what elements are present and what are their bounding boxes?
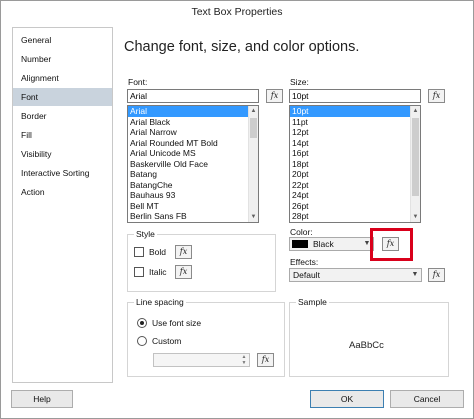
- color-swatch: [292, 240, 308, 248]
- list-item[interactable]: 11pt: [290, 117, 420, 128]
- text-box-properties-dialog: Text Box Properties General Number Align…: [0, 0, 474, 419]
- line-spacing-group: Line spacing Use font size Custom ▲ ▼ fx: [127, 297, 285, 377]
- fx-icon: fx: [179, 247, 188, 256]
- scroll-down-icon[interactable]: ▼: [411, 212, 420, 222]
- scroll-up-icon[interactable]: ▲: [249, 106, 258, 116]
- list-item[interactable]: Arial: [128, 106, 258, 117]
- color-value: Black: [313, 239, 334, 249]
- size-list-items: 10pt 11pt 12pt 14pt 16pt 18pt 20pt 22pt 24pt 26pt…: [290, 106, 420, 222]
- list-item[interactable]: 10pt: [290, 106, 420, 117]
- custom-spacing-spinner[interactable]: ▲ ▼: [153, 353, 250, 367]
- bold-expression-button[interactable]: fx: [175, 245, 192, 259]
- fx-icon: fx: [179, 267, 188, 276]
- sample-preview: AaBbCc: [349, 340, 384, 351]
- size-listbox[interactable]: 10pt 11pt 12pt 14pt 16pt 18pt 20pt 22pt 24pt 26pt…: [289, 105, 421, 223]
- effects-dropdown[interactable]: Default ▼: [289, 268, 422, 282]
- spinner-arrows-icon[interactable]: ▲ ▼: [239, 354, 249, 366]
- nav-item-font[interactable]: Font: [13, 88, 112, 106]
- bold-checkbox[interactable]: [134, 247, 144, 257]
- help-button[interactable]: Help: [11, 390, 73, 408]
- custom-label: Custom: [152, 336, 182, 346]
- cancel-button[interactable]: Cancel: [390, 390, 464, 408]
- font-input[interactable]: Arial: [127, 89, 259, 103]
- font-list-items: Arial Arial Black Arial Narrow Arial Rounde…: [128, 106, 258, 222]
- sample-group: Sample AaBbCc: [289, 297, 449, 377]
- effects-value: Default: [293, 270, 320, 280]
- nav-item-visibility[interactable]: Visibility: [13, 145, 112, 163]
- color-label: Color:: [290, 227, 313, 237]
- list-item[interactable]: 26pt: [290, 201, 420, 212]
- custom-spacing-expression-button[interactable]: fx: [257, 353, 274, 367]
- list-item[interactable]: Bauhaus 93: [128, 190, 258, 201]
- custom-radio[interactable]: [137, 336, 147, 346]
- dialog-title: Text Box Properties: [1, 1, 473, 23]
- list-item[interactable]: Berlin Sans FB: [128, 211, 258, 222]
- list-item[interactable]: Arial Rounded MT Bold: [128, 138, 258, 149]
- list-item[interactable]: 28pt: [290, 211, 420, 222]
- font-list-scrollbar[interactable]: ▲ ▼: [248, 106, 258, 222]
- list-item[interactable]: Baskerville Old Face: [128, 159, 258, 170]
- sample-title: Sample: [296, 297, 329, 307]
- nav-item-alignment[interactable]: Alignment: [13, 69, 112, 87]
- list-item[interactable]: Arial Unicode MS: [128, 148, 258, 159]
- use-font-size-label: Use font size: [152, 318, 202, 328]
- font-label: Font:: [128, 77, 148, 87]
- list-item[interactable]: Bell MT: [128, 201, 258, 212]
- scroll-up-icon[interactable]: ▲: [411, 106, 420, 116]
- font-expression-button[interactable]: fx: [266, 89, 283, 103]
- style-group-title: Style: [134, 229, 157, 239]
- list-item[interactable]: 22pt: [290, 180, 420, 191]
- list-item[interactable]: 14pt: [290, 138, 420, 149]
- effects-label: Effects:: [290, 257, 319, 267]
- category-nav: General Number Alignment Font Border Fil…: [12, 27, 113, 383]
- italic-expression-button[interactable]: fx: [175, 265, 192, 279]
- line-spacing-title: Line spacing: [134, 297, 186, 307]
- fx-icon: fx: [270, 91, 279, 100]
- color-expression-button[interactable]: fx: [382, 237, 399, 251]
- style-group: Style Bold fx Italic fx: [127, 229, 276, 292]
- chevron-down-icon: ▼: [411, 271, 419, 278]
- list-item[interactable]: 20pt: [290, 169, 420, 180]
- fx-icon: fx: [432, 270, 441, 279]
- list-item[interactable]: Batang: [128, 169, 258, 180]
- italic-checkbox[interactable]: [134, 267, 144, 277]
- nav-item-border[interactable]: Border: [13, 107, 112, 125]
- italic-label: Italic: [149, 267, 167, 277]
- effects-expression-button[interactable]: fx: [428, 268, 445, 282]
- size-list-scrollbar[interactable]: ▲ ▼: [410, 106, 420, 222]
- list-item[interactable]: 24pt: [290, 190, 420, 201]
- use-font-size-radio[interactable]: [137, 318, 147, 328]
- nav-item-number[interactable]: Number: [13, 50, 112, 68]
- ok-button[interactable]: OK: [310, 390, 384, 408]
- scroll-down-icon[interactable]: ▼: [249, 212, 258, 222]
- font-listbox[interactable]: Arial Arial Black Arial Narrow Arial Rounde…: [127, 105, 259, 223]
- fx-icon: fx: [432, 91, 441, 100]
- size-expression-button[interactable]: fx: [428, 89, 445, 103]
- fx-icon: fx: [386, 239, 395, 248]
- list-item[interactable]: 18pt: [290, 159, 420, 170]
- nav-item-fill[interactable]: Fill: [13, 126, 112, 144]
- list-item[interactable]: 12pt: [290, 127, 420, 138]
- nav-item-interactive-sorting[interactable]: Interactive Sorting: [13, 164, 112, 182]
- nav-item-action[interactable]: Action: [13, 183, 112, 201]
- font-options-panel: Change font, size, and color options. Fo…: [114, 27, 464, 383]
- fx-icon: fx: [261, 355, 270, 364]
- scroll-thumb[interactable]: [250, 118, 257, 138]
- page-heading: Change font, size, and color options.: [124, 39, 360, 55]
- bold-label: Bold: [149, 247, 167, 257]
- size-label: Size:: [290, 77, 309, 87]
- list-item[interactable]: BatangChe: [128, 180, 258, 191]
- list-item[interactable]: 16pt: [290, 148, 420, 159]
- list-item[interactable]: Arial Narrow: [128, 127, 258, 138]
- scroll-thumb[interactable]: [412, 118, 419, 196]
- size-input[interactable]: 10pt: [289, 89, 421, 103]
- list-item[interactable]: Arial Black: [128, 117, 258, 128]
- nav-item-general[interactable]: General: [13, 31, 112, 49]
- color-dropdown[interactable]: Black ▼: [289, 237, 374, 251]
